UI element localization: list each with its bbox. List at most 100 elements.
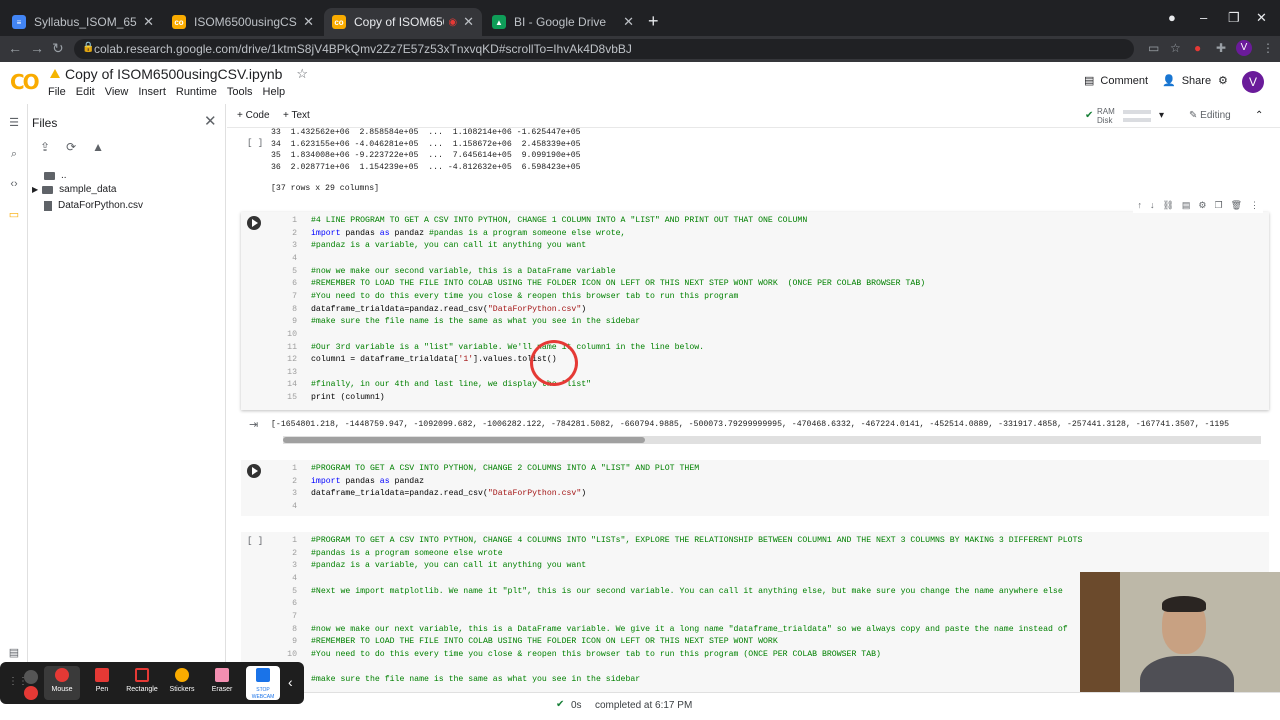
settings-gear-icon[interactable]: ⚙: [1218, 74, 1228, 87]
run-cell-button[interactable]: [247, 216, 261, 230]
menu-item[interactable]: File: [48, 86, 66, 98]
code-line[interactable]: 10: [283, 329, 1280, 342]
close-icon[interactable]: ✕: [143, 14, 154, 30]
pen-tool[interactable]: Pen: [84, 666, 120, 700]
close-icon[interactable]: ✕: [303, 14, 314, 30]
code-line[interactable]: 3 #pandaz is a variable, you can call it …: [283, 240, 1280, 253]
share-button[interactable]: 👤 Share: [1162, 74, 1211, 88]
run-cell-button[interactable]: [247, 464, 261, 478]
code-line[interactable]: 5 #now we make our second variable, this …: [283, 266, 1280, 279]
menu-item[interactable]: Runtime: [176, 86, 217, 98]
code-cell-1[interactable]: ↑ ↓ ⛓ ▤ ⚙ ❐ 🗑 ⋮ 1 #4 LINE PROGRAM TO GET …: [241, 198, 1269, 410]
url-bar[interactable]: 🔒 colab.research.google.com/drive/1ktmS8…: [74, 39, 1134, 59]
code-line[interactable]: 13: [283, 367, 1280, 380]
stop-record-icon[interactable]: [24, 686, 38, 700]
pause-icon[interactable]: [24, 670, 38, 684]
code-line[interactable]: 1 #4 LINE PROGRAM TO GET A CSV INTO PYTHO…: [283, 215, 1280, 228]
menu-item[interactable]: View: [105, 86, 129, 98]
cell-run-bracket[interactable]: [ ]: [247, 138, 263, 148]
star-icon[interactable]: ☆: [296, 66, 308, 82]
code-line[interactable]: 2 import pandas as pandaz #pandas is a pr…: [283, 228, 1280, 241]
output-actions-icon[interactable]: ⇥: [249, 418, 258, 431]
eraser-tool[interactable]: Eraser: [204, 666, 240, 700]
colab-logo[interactable]: CO: [10, 70, 40, 94]
code-line[interactable]: 9 #make sure the file name is the same as…: [283, 316, 1280, 329]
add-code-button[interactable]: + Code: [237, 110, 270, 121]
move-down-icon[interactable]: ↓: [1150, 200, 1155, 211]
browser-tab[interactable]: co ISOM6500usingCSV.ipynb - Cola ✕: [164, 8, 322, 36]
mouse-tool[interactable]: Mouse: [44, 666, 80, 700]
tree-item-parent[interactable]: ..: [44, 170, 67, 181]
browser-tab[interactable]: ▲ BI - Google Drive ✕: [484, 8, 642, 36]
code-line[interactable]: 2 import pandas as pandaz: [283, 476, 1280, 489]
close-icon[interactable]: ✕: [623, 14, 634, 30]
close-icon[interactable]: ✕: [204, 112, 217, 130]
puzzle-icon[interactable]: ✚: [1216, 41, 1226, 55]
notebook-title[interactable]: Copy of ISOM6500usingCSV.ipynb: [65, 66, 282, 82]
upload-icon[interactable]: ⇪: [40, 140, 50, 154]
link-icon[interactable]: ⛓: [1162, 200, 1173, 211]
extension-icon[interactable]: ●: [1194, 41, 1201, 55]
reload-icon[interactable]: ↻: [52, 40, 64, 57]
editing-mode-button[interactable]: ✎ Editing: [1189, 110, 1231, 121]
code-line[interactable]: 3 dataframe_trialdata=pandaz.read_csv("Da…: [283, 488, 1280, 501]
code-snippets-icon[interactable]: ‹›: [7, 178, 21, 192]
tree-item-csv[interactable]: DataForPython.csv: [44, 200, 143, 211]
avatar[interactable]: V: [1242, 71, 1264, 93]
profile-dot-icon[interactable]: ●: [1168, 10, 1176, 25]
chevron-left-icon[interactable]: ‹: [288, 674, 293, 690]
chevron-down-icon[interactable]: ▾: [1159, 110, 1164, 121]
code-line[interactable]: 2 #pandas is a program someone else wrote: [283, 548, 1280, 561]
code-line[interactable]: 1 #PROGRAM TO GET A CSV INTO PYTHON, CHAN…: [283, 463, 1280, 476]
code-line[interactable]: 3 #pandaz is a variable, you can call it …: [283, 560, 1280, 573]
collapse-header-icon[interactable]: ⌃: [1255, 110, 1263, 121]
terminal-icon[interactable]: ▤: [7, 646, 21, 660]
cast-icon[interactable]: ▭: [1148, 41, 1159, 55]
refresh-icon[interactable]: ⟳: [66, 140, 76, 154]
stop-webcam-button[interactable]: STOP WEBCAM: [246, 666, 280, 700]
menu-item[interactable]: Insert: [138, 86, 166, 98]
mirror-icon[interactable]: ❐: [1214, 200, 1222, 211]
add-text-button[interactable]: + Text: [283, 110, 310, 121]
mount-drive-icon[interactable]: ▲: [92, 140, 104, 154]
rectangle-tool[interactable]: Rectangle: [124, 666, 160, 700]
delete-icon[interactable]: 🗑: [1231, 200, 1242, 211]
output-scrollbar[interactable]: [283, 436, 1261, 444]
code-line[interactable]: 1 #PROGRAM TO GET A CSV INTO PYTHON, CHAN…: [283, 535, 1280, 548]
browser-tab-active[interactable]: co Copy of ISOM6500usingCSV ◉ ✕: [324, 8, 482, 36]
gear-icon[interactable]: ⚙: [1198, 200, 1206, 211]
move-up-icon[interactable]: ↑: [1137, 200, 1142, 211]
close-icon[interactable]: ✕: [463, 14, 474, 30]
code-line[interactable]: 15 print (column1): [283, 392, 1280, 405]
window-close-icon[interactable]: ✕: [1256, 10, 1267, 26]
code-line[interactable]: 11 #Our 3rd variable is a "list" variable…: [283, 342, 1280, 355]
code-line[interactable]: 4: [283, 253, 1280, 266]
cell-run-bracket[interactable]: [ ]: [247, 536, 263, 546]
restore-icon[interactable]: ❐: [1228, 10, 1240, 26]
code-cell-2[interactable]: 1 #PROGRAM TO GET A CSV INTO PYTHON, CHAN…: [241, 460, 1269, 516]
code-line[interactable]: 7 #You need to do this every time you clo…: [283, 291, 1280, 304]
tree-item-sample-data[interactable]: ▶ sample_data: [32, 184, 116, 195]
toc-icon[interactable]: ☰: [7, 116, 21, 130]
scrollbar-thumb[interactable]: [283, 437, 645, 443]
more-icon[interactable]: ⋮: [1250, 200, 1259, 211]
browser-tab[interactable]: ≡ Syllabus_ISOM_6500Fa21 - Goog ✕: [4, 8, 162, 36]
minimize-icon[interactable]: –: [1200, 10, 1207, 25]
browser-avatar[interactable]: V: [1236, 40, 1252, 56]
forward-icon[interactable]: →: [30, 40, 44, 56]
bookmark-star-icon[interactable]: ☆: [1170, 41, 1181, 55]
comment-icon[interactable]: ▤: [1182, 200, 1191, 211]
new-tab-icon[interactable]: +: [648, 12, 659, 30]
code-line[interactable]: 14 #finally, in our 4th and last line, we…: [283, 379, 1280, 392]
search-icon[interactable]: ⌕: [7, 148, 21, 162]
stickers-tool[interactable]: Stickers: [164, 666, 200, 700]
code-line[interactable]: 6 #REMEMBER TO LOAD THE FILE INTO COLAB U…: [283, 278, 1280, 291]
comment-button[interactable]: ▤ Comment: [1084, 74, 1148, 88]
kebab-menu-icon[interactable]: ⋮: [1262, 41, 1274, 55]
resource-monitor[interactable]: RAM Disk: [1097, 107, 1115, 125]
expand-arrow-icon[interactable]: ▶: [32, 185, 38, 194]
menu-item[interactable]: Tools: [227, 86, 253, 98]
back-icon[interactable]: ←: [8, 40, 22, 56]
folder-icon[interactable]: ▭: [7, 208, 21, 222]
code-line[interactable]: 8 dataframe_trialdata=pandaz.read_csv("Da…: [283, 304, 1280, 317]
